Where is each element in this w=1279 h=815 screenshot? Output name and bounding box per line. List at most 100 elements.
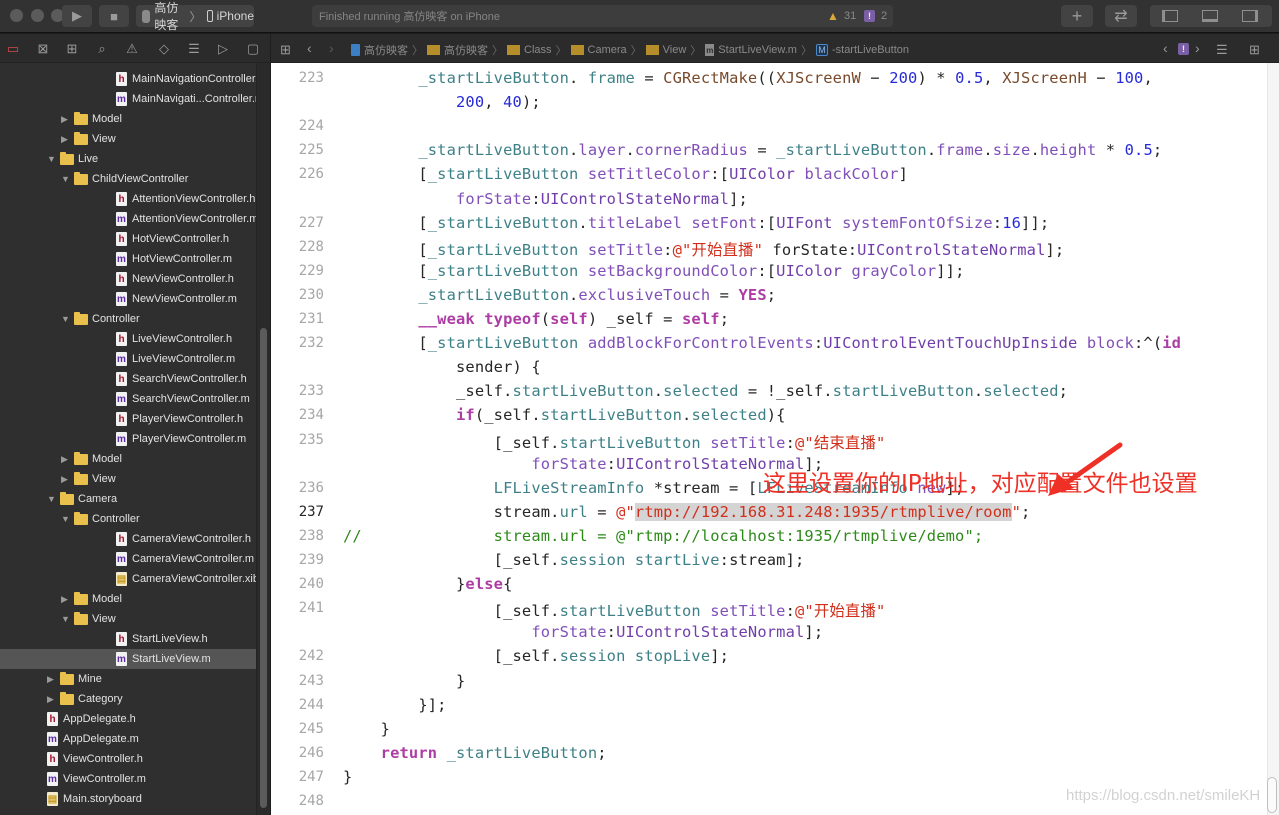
code-line[interactable]: [_self.startLiveButton setTitle:@"结束直播" — [343, 431, 886, 453]
line-number[interactable]: 244 — [271, 697, 324, 713]
disclosure-expanded-icon[interactable]: ▼ — [47, 154, 56, 164]
minimize-window-button[interactable] — [31, 9, 44, 22]
code-line[interactable]: if(_self.startLiveButton.selected){ — [343, 406, 786, 424]
source-control-navigator-icon[interactable]: ⊠ — [36, 42, 50, 56]
code-line[interactable]: _startLiveButton.layer.cornerRadius = _s… — [343, 141, 1162, 159]
issue-navigator-icon[interactable]: ⚠ — [125, 42, 139, 56]
code-line[interactable]: stream.url = @"rtmp://192.168.31.248:193… — [343, 502, 1030, 521]
breadcrumb-item[interactable]: -startLiveButton — [832, 44, 909, 56]
line-number[interactable]: 235 — [271, 432, 324, 448]
sidebar-item[interactable]: m MainNavigati...Controller.m — [0, 89, 256, 109]
project-navigator-icon[interactable]: ▭ — [6, 42, 20, 56]
toggle-debug-area-icon[interactable] — [1202, 10, 1218, 22]
code-line[interactable]: forState:UIControlStateNormal]; — [343, 623, 823, 641]
code-line[interactable]: [_startLiveButton setBackgroundColor:[UI… — [343, 262, 965, 280]
disclosure-collapsed-icon[interactable]: ▶ — [61, 114, 69, 125]
line-number[interactable]: 232 — [271, 335, 324, 351]
breadcrumb-item[interactable]: StartLiveView.m — [718, 44, 797, 56]
sidebar-item[interactable]: ▼ Controller — [0, 509, 256, 529]
sidebar-item[interactable]: h LiveViewController.h — [0, 329, 256, 349]
code-line[interactable]: _startLiveButton. frame = CGRectMake((XJ… — [343, 69, 1153, 87]
sidebar-item[interactable]: ▶ Model — [0, 449, 256, 469]
disclosure-collapsed-icon[interactable]: ▶ — [47, 674, 55, 685]
line-number[interactable]: 248 — [271, 793, 324, 809]
code-line[interactable]: }]; — [343, 696, 447, 714]
sidebar-item[interactable]: h AttentionViewController.h — [0, 189, 256, 209]
forward-button[interactable]: › — [329, 40, 334, 56]
symbol-navigator-icon[interactable]: ⊞ — [65, 42, 79, 56]
line-number[interactable]: 242 — [271, 648, 324, 664]
sidebar-item[interactable]: h SearchViewController.h — [0, 369, 256, 389]
line-number[interactable]: 243 — [271, 673, 324, 689]
sidebar-item[interactable]: m CameraViewController.m — [0, 549, 256, 569]
line-number[interactable]: 228 — [271, 239, 324, 255]
line-number[interactable]: 223 — [271, 70, 324, 86]
sidebar-item[interactable]: m NewViewController.m — [0, 289, 256, 309]
disclosure-collapsed-icon[interactable]: ▶ — [61, 134, 69, 145]
scheme-selector[interactable]: 高仿映客 〉 iPhone — [136, 1, 254, 32]
disclosure-expanded-icon[interactable]: ▼ — [47, 494, 56, 504]
line-number[interactable]: 225 — [271, 142, 324, 158]
code-line[interactable]: [_startLiveButton addBlockForControlEven… — [343, 334, 1181, 352]
sidebar-item[interactable]: m PlayerViewController.m — [0, 429, 256, 449]
line-number[interactable]: 233 — [271, 383, 324, 399]
sidebar-item[interactable]: h StartLiveView.h — [0, 629, 256, 649]
line-number[interactable]: 226 — [271, 166, 324, 182]
sidebar-item[interactable]: ▶ Model — [0, 109, 256, 129]
sidebar-item[interactable]: ▶ Category — [0, 689, 256, 709]
runtime-issue-icon[interactable]: ! — [864, 10, 875, 22]
report-navigator-icon[interactable]: ▢ — [246, 42, 260, 56]
sidebar-item[interactable]: h PlayerViewController.h — [0, 409, 256, 429]
code-line[interactable]: forState:UIControlStateNormal]; — [343, 455, 823, 473]
disclosure-expanded-icon[interactable]: ▼ — [61, 174, 70, 184]
sidebar-item[interactable]: ▼ Live — [0, 149, 256, 169]
code-line[interactable]: 200, 40); — [343, 93, 541, 111]
sidebar-item[interactable]: ▼ Camera — [0, 489, 256, 509]
code-review-button[interactable]: ⇄ — [1105, 5, 1137, 27]
issue-badge[interactable]: ! — [1178, 43, 1189, 55]
sidebar-item[interactable]: h MainNavigationController.h — [0, 69, 256, 89]
sidebar-item[interactable]: ▤ CameraViewController.xib — [0, 569, 256, 589]
sidebar-item[interactable]: ▶ Model — [0, 589, 256, 609]
line-number[interactable]: 238 — [271, 528, 324, 544]
sidebar-item[interactable]: ▼ View — [0, 609, 256, 629]
line-number[interactable]: 237 — [271, 504, 324, 520]
line-number[interactable]: 245 — [271, 721, 324, 737]
editor-scroll-thumb[interactable] — [1267, 777, 1277, 813]
code-line[interactable]: [_self.session stopLive]; — [343, 647, 729, 665]
issue-count[interactable]: 2 — [881, 10, 887, 22]
breadcrumb-item[interactable]: 高仿映客 — [364, 42, 408, 58]
back-button[interactable]: ‹ — [307, 40, 312, 56]
breadcrumb-item[interactable]: View — [663, 44, 687, 56]
stop-button[interactable]: ■ — [99, 5, 129, 27]
sidebar-item[interactable]: m SearchViewController.m — [0, 389, 256, 409]
close-window-button[interactable] — [10, 9, 23, 22]
line-number[interactable]: 239 — [271, 552, 324, 568]
disclosure-expanded-icon[interactable]: ▼ — [61, 514, 70, 524]
code-line[interactable]: return _startLiveButton; — [343, 744, 607, 762]
warning-icon[interactable]: ▲ — [827, 9, 839, 23]
debug-navigator-icon[interactable]: ☰ — [187, 42, 201, 56]
breadcrumb-item[interactable]: 高仿映客 — [444, 42, 488, 58]
code-line[interactable]: [_startLiveButton.titleLabel setFont:[UI… — [343, 214, 1049, 232]
sidebar-item[interactable]: ▶ View — [0, 469, 256, 489]
sidebar-scrollbar[interactable] — [256, 63, 270, 815]
code-line[interactable]: // stream.url = @"rtmp://localhost:1935/… — [343, 527, 983, 545]
line-number[interactable]: 240 — [271, 576, 324, 592]
sidebar-item[interactable]: m ViewController.m — [0, 769, 256, 789]
split-editor-icon[interactable]: ⊞ — [1249, 42, 1260, 58]
warning-count[interactable]: 31 — [844, 10, 856, 22]
sidebar-item[interactable]: m LiveViewController.m — [0, 349, 256, 369]
toggle-navigator-icon[interactable] — [1162, 10, 1178, 22]
sidebar-item[interactable]: ▶ View — [0, 129, 256, 149]
code-line[interactable]: forState:UIControlStateNormal]; — [343, 190, 748, 208]
sidebar-item[interactable]: m AttentionViewController.m — [0, 209, 256, 229]
line-number[interactable]: 231 — [271, 311, 324, 327]
line-number[interactable]: 236 — [271, 480, 324, 496]
sidebar-item[interactable]: h NewViewController.h — [0, 269, 256, 289]
library-button[interactable]: + — [1061, 5, 1093, 27]
disclosure-collapsed-icon[interactable]: ▶ — [61, 454, 69, 465]
toggle-inspector-icon[interactable] — [1242, 10, 1258, 22]
sidebar-item[interactable]: m HotViewController.m — [0, 249, 256, 269]
sidebar-item[interactable]: h HotViewController.h — [0, 229, 256, 249]
